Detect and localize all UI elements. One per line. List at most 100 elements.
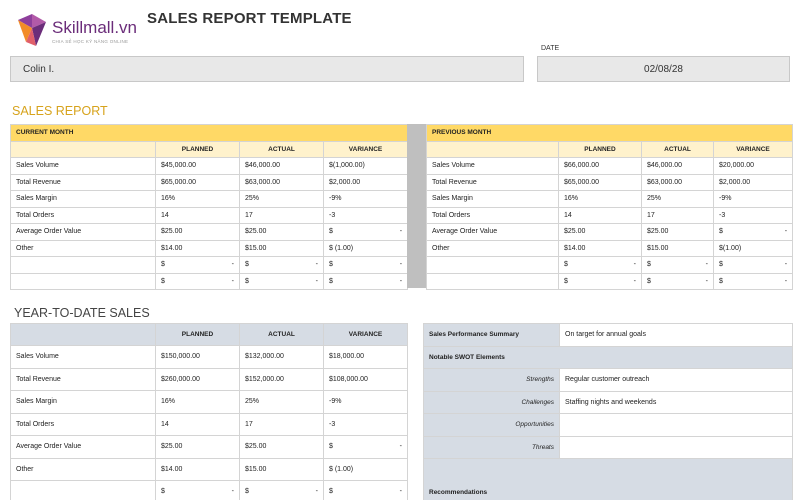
variance-cell[interactable]: $ - bbox=[712, 272, 794, 290]
variance-cell[interactable]: -3 bbox=[712, 206, 794, 224]
row-label[interactable]: Other bbox=[10, 457, 156, 481]
variance-cell[interactable]: $18,000.00 bbox=[323, 345, 408, 369]
row-label[interactable]: Total Revenue bbox=[10, 173, 156, 191]
planned-cell[interactable]: $25.00 bbox=[155, 223, 240, 241]
variance-cell[interactable]: $ - bbox=[712, 223, 794, 241]
planned-cell[interactable]: 16% bbox=[155, 190, 240, 208]
actual-cell[interactable]: 17 bbox=[239, 412, 324, 436]
actual-cell[interactable]: $46,000.00 bbox=[239, 157, 324, 175]
planned-cell[interactable]: 16% bbox=[558, 190, 642, 208]
row-label[interactable]: Total Orders bbox=[10, 412, 156, 436]
actual-cell[interactable]: $15.00 bbox=[641, 239, 714, 257]
planned-cell[interactable]: $ - bbox=[558, 256, 642, 274]
actual-cell[interactable]: 17 bbox=[239, 206, 324, 224]
row-label[interactable]: Other bbox=[10, 239, 156, 257]
swot-value[interactable]: Regular customer outreach bbox=[559, 368, 793, 392]
variance-cell[interactable]: $ (1.00) bbox=[322, 239, 409, 257]
actual-cell[interactable]: $15.00 bbox=[239, 457, 324, 481]
actual-cell[interactable]: 17 bbox=[641, 206, 714, 224]
row-label[interactable]: Total Orders bbox=[426, 206, 559, 224]
row-label[interactable]: Total Revenue bbox=[426, 173, 559, 191]
row-label[interactable]: Average Order Value bbox=[10, 435, 156, 459]
planned-cell[interactable]: $45,000.00 bbox=[155, 157, 240, 175]
swot-value[interactable]: Staffing nights and weekends bbox=[559, 390, 793, 414]
actual-cell[interactable]: $132,000.00 bbox=[239, 345, 324, 369]
planned-cell[interactable]: $14.00 bbox=[558, 239, 642, 257]
planned-cell[interactable]: $ - bbox=[558, 272, 642, 290]
variance-cell[interactable]: $2,000.00 bbox=[322, 173, 409, 191]
planned-cell[interactable]: 16% bbox=[155, 390, 240, 414]
variance-cell[interactable]: -3 bbox=[323, 412, 408, 436]
recommendations-label[interactable]: Recommendations bbox=[423, 458, 793, 500]
row-label[interactable]: Average Order Value bbox=[426, 223, 559, 241]
actual-cell[interactable]: $25.00 bbox=[641, 223, 714, 241]
planned-cell[interactable]: $ - bbox=[155, 272, 240, 290]
row-label[interactable]: Sales Margin bbox=[426, 190, 559, 208]
variance-cell[interactable]: $(1,000.00) bbox=[322, 157, 409, 175]
row-label[interactable]: Other bbox=[426, 239, 559, 257]
variance-cell[interactable]: $ - bbox=[323, 480, 408, 500]
planned-cell[interactable]: $14.00 bbox=[155, 457, 240, 481]
actual-cell[interactable]: $63,000.00 bbox=[641, 173, 714, 191]
planned-cell[interactable]: $ - bbox=[155, 480, 240, 500]
date-field[interactable]: 02/08/28 bbox=[537, 56, 790, 82]
planned-cell[interactable]: $ - bbox=[155, 256, 240, 274]
row-label[interactable]: Sales Margin bbox=[10, 190, 156, 208]
variance-cell[interactable]: -9% bbox=[323, 390, 408, 414]
variance-cell[interactable]: $(1.00) bbox=[712, 239, 794, 257]
name-field[interactable]: Colin I. bbox=[10, 56, 524, 82]
variance-cell[interactable]: $2,000.00 bbox=[712, 173, 794, 191]
variance-cell[interactable]: $ (1.00) bbox=[323, 457, 408, 481]
planned-cell[interactable]: 14 bbox=[155, 412, 240, 436]
planned-cell[interactable]: $65,000.00 bbox=[558, 173, 642, 191]
actual-cell[interactable]: $ - bbox=[239, 272, 324, 290]
actual-cell[interactable]: 25% bbox=[641, 190, 714, 208]
row-label[interactable]: Total Orders bbox=[10, 206, 156, 224]
actual-cell[interactable]: $15.00 bbox=[239, 239, 324, 257]
variance-cell[interactable]: $ - bbox=[712, 256, 794, 274]
planned-cell[interactable]: $14.00 bbox=[155, 239, 240, 257]
row-label[interactable] bbox=[426, 272, 559, 290]
planned-cell[interactable]: $25.00 bbox=[558, 223, 642, 241]
swot-value[interactable] bbox=[559, 435, 793, 459]
planned-cell[interactable]: $66,000.00 bbox=[558, 157, 642, 175]
actual-cell[interactable]: $63,000.00 bbox=[239, 173, 324, 191]
planned-cell[interactable]: $25.00 bbox=[155, 435, 240, 459]
variance-cell[interactable]: $ - bbox=[323, 435, 408, 459]
planned-cell[interactable]: $260,000.00 bbox=[155, 367, 240, 391]
row-label[interactable]: Sales Volume bbox=[10, 345, 156, 369]
performance-value[interactable]: On target for annual goals bbox=[559, 323, 793, 347]
variance-cell[interactable]: $108,000.00 bbox=[323, 367, 408, 391]
actual-cell[interactable]: $ - bbox=[239, 480, 324, 500]
row-label[interactable] bbox=[10, 256, 156, 274]
actual-cell[interactable]: $25.00 bbox=[239, 223, 324, 241]
actual-cell[interactable]: $152,000.00 bbox=[239, 367, 324, 391]
actual-cell[interactable]: $ - bbox=[641, 256, 714, 274]
planned-cell[interactable]: $150,000.00 bbox=[155, 345, 240, 369]
variance-cell[interactable]: -9% bbox=[712, 190, 794, 208]
planned-cell[interactable]: 14 bbox=[558, 206, 642, 224]
variance-cell[interactable]: $ - bbox=[322, 272, 409, 290]
variance-cell[interactable]: $ - bbox=[322, 256, 409, 274]
row-label[interactable] bbox=[10, 272, 156, 290]
actual-cell[interactable]: 25% bbox=[239, 390, 324, 414]
row-label[interactable] bbox=[426, 256, 559, 274]
row-label[interactable]: Sales Margin bbox=[10, 390, 156, 414]
variance-cell[interactable]: -9% bbox=[322, 190, 409, 208]
variance-cell[interactable]: $ - bbox=[322, 223, 409, 241]
actual-cell[interactable]: 25% bbox=[239, 190, 324, 208]
swot-value[interactable] bbox=[559, 413, 793, 437]
row-label[interactable] bbox=[10, 480, 156, 500]
row-label[interactable]: Sales Volume bbox=[10, 157, 156, 175]
variance-cell[interactable]: $20,000.00 bbox=[712, 157, 794, 175]
row-label[interactable]: Sales Volume bbox=[426, 157, 559, 175]
planned-cell[interactable]: $65,000.00 bbox=[155, 173, 240, 191]
actual-cell[interactable]: $46,000.00 bbox=[641, 157, 714, 175]
variance-cell[interactable]: -3 bbox=[322, 206, 409, 224]
actual-cell[interactable]: $25.00 bbox=[239, 435, 324, 459]
row-label[interactable]: Total Revenue bbox=[10, 367, 156, 391]
actual-cell[interactable]: $ - bbox=[641, 272, 714, 290]
row-label[interactable]: Average Order Value bbox=[10, 223, 156, 241]
actual-cell[interactable]: $ - bbox=[239, 256, 324, 274]
planned-cell[interactable]: 14 bbox=[155, 206, 240, 224]
